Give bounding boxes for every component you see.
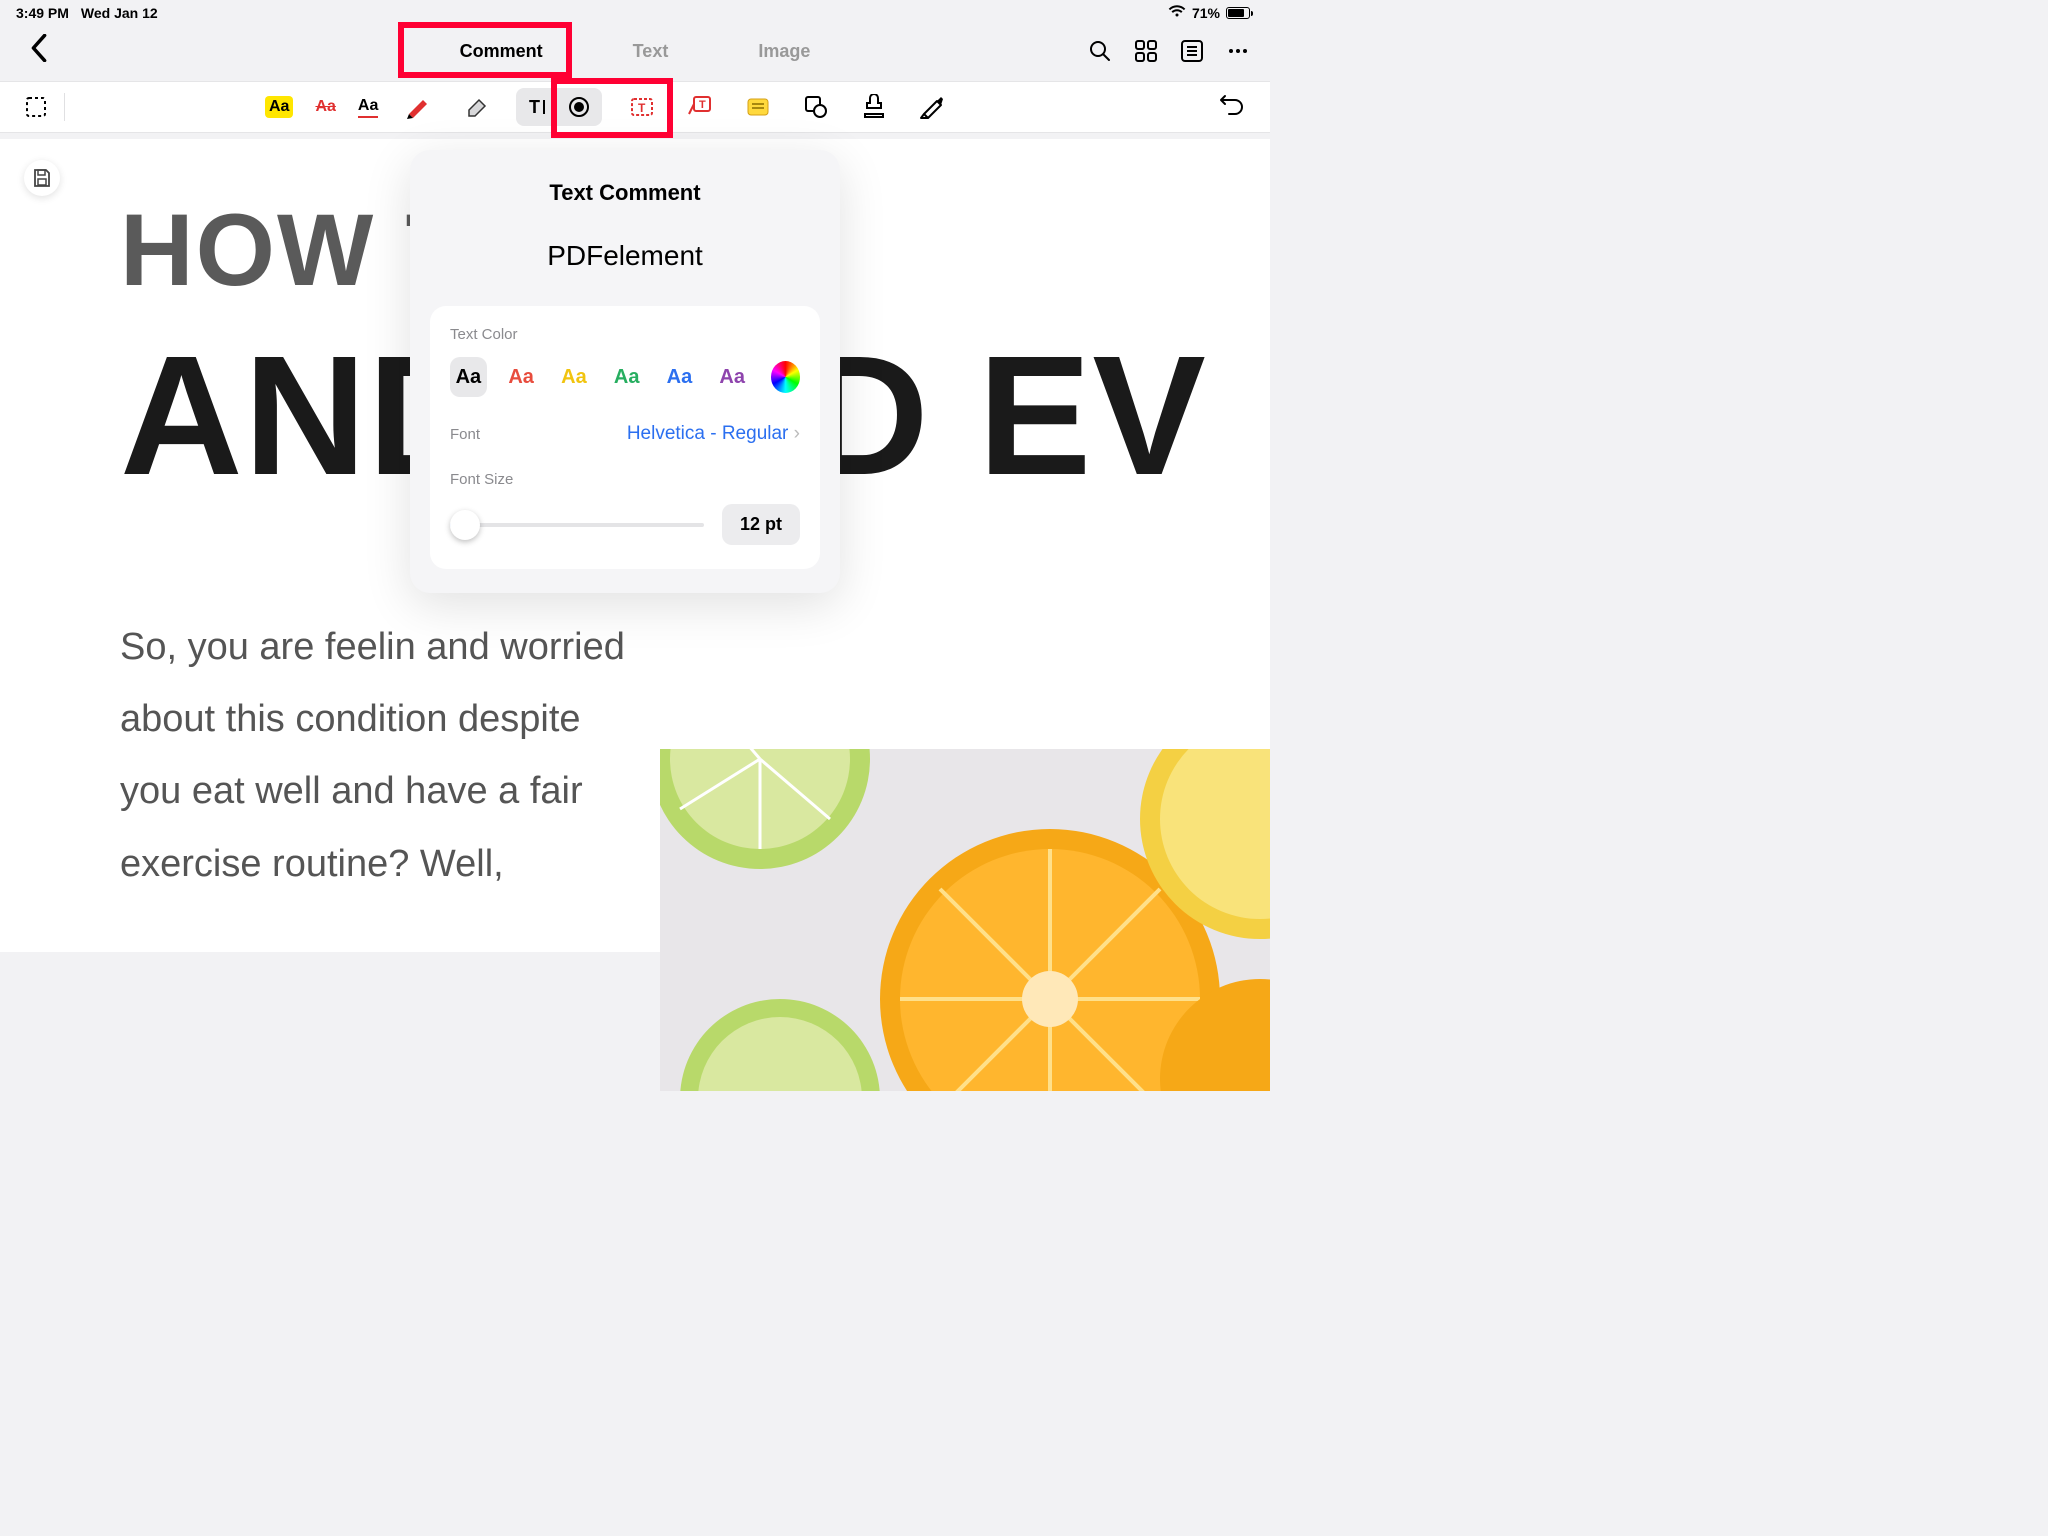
signature-tool-icon[interactable] bbox=[914, 89, 950, 125]
tab-text[interactable]: Text bbox=[633, 41, 669, 62]
strikethrough-tool-icon[interactable]: Aa bbox=[315, 98, 335, 116]
svg-text:T: T bbox=[699, 99, 706, 111]
font-row[interactable]: Font Helvetica - Regular bbox=[450, 423, 800, 445]
battery-icon bbox=[1226, 7, 1250, 19]
highlight-tool-icon[interactable]: Aa bbox=[265, 96, 293, 118]
color-swatch-black[interactable]: Aa bbox=[450, 357, 487, 397]
font-size-slider[interactable] bbox=[450, 510, 704, 540]
font-size-value: 12 pt bbox=[722, 504, 800, 545]
wifi-icon bbox=[1168, 4, 1186, 21]
text-color-label: Text Color bbox=[450, 326, 800, 343]
status-date: Wed Jan 12 bbox=[81, 5, 158, 21]
popup-preview-text: PDFelement bbox=[410, 240, 840, 272]
slider-thumb[interactable] bbox=[450, 510, 480, 540]
popup-title: Text Comment bbox=[410, 180, 840, 206]
color-swatch-blue[interactable]: Aa bbox=[661, 357, 698, 397]
text-comment-popup: Text Comment PDFelement Text Color Aa Aa… bbox=[410, 150, 840, 593]
callout-tool-icon[interactable]: T bbox=[682, 89, 718, 125]
more-icon[interactable] bbox=[1226, 39, 1250, 63]
separator bbox=[64, 93, 65, 121]
status-bar: 3:49 PM Wed Jan 12 71% bbox=[0, 0, 1270, 21]
color-swatch-yellow[interactable]: Aa bbox=[556, 357, 593, 397]
text-comment-style-icon[interactable] bbox=[560, 92, 598, 122]
grid-icon[interactable] bbox=[1134, 39, 1158, 63]
font-value[interactable]: Helvetica - Regular bbox=[627, 423, 800, 445]
document-body-text: So, you are feelin and worried about thi… bbox=[120, 611, 640, 900]
selection-tool-icon[interactable] bbox=[18, 89, 54, 125]
svg-text:T: T bbox=[529, 97, 540, 117]
pen-tool-icon[interactable] bbox=[400, 89, 436, 125]
color-swatch-purple[interactable]: Aa bbox=[714, 357, 751, 397]
font-label: Font bbox=[450, 426, 480, 443]
back-button[interactable] bbox=[30, 34, 48, 69]
tab-comment[interactable]: Comment bbox=[460, 41, 543, 62]
stamp-tool-icon[interactable] bbox=[856, 89, 892, 125]
search-icon[interactable] bbox=[1088, 39, 1112, 63]
battery-percent: 71% bbox=[1192, 5, 1220, 21]
save-icon[interactable] bbox=[24, 160, 60, 196]
color-swatch-green[interactable]: Aa bbox=[608, 357, 645, 397]
text-comment-tool-icon[interactable]: T bbox=[520, 92, 558, 122]
font-size-label: Font Size bbox=[450, 471, 800, 488]
list-icon[interactable] bbox=[1180, 39, 1204, 63]
color-wheel-icon[interactable] bbox=[771, 361, 800, 393]
tab-image[interactable]: Image bbox=[758, 41, 810, 62]
top-nav: Comment Text Image bbox=[0, 21, 1270, 81]
popup-settings-card: Text Color Aa Aa Aa Aa Aa Aa Font Helvet… bbox=[430, 306, 820, 569]
annotation-toolbar: Aa Aa Aa T T T bbox=[0, 81, 1270, 133]
sticky-note-tool-icon[interactable] bbox=[740, 89, 776, 125]
text-comment-tool-group: T bbox=[516, 88, 602, 126]
eraser-tool-icon[interactable] bbox=[458, 89, 494, 125]
color-swatch-red[interactable]: Aa bbox=[503, 357, 540, 397]
undo-icon[interactable] bbox=[1214, 89, 1250, 125]
status-time: 3:49 PM bbox=[16, 5, 69, 21]
color-swatch-row: Aa Aa Aa Aa Aa Aa bbox=[450, 357, 800, 397]
shape-tool-icon[interactable] bbox=[798, 89, 834, 125]
textbox-tool-icon[interactable]: T bbox=[624, 89, 660, 125]
document-image bbox=[660, 749, 1270, 1091]
svg-text:T: T bbox=[638, 101, 646, 115]
underline-tool-icon[interactable]: Aa bbox=[358, 97, 378, 118]
